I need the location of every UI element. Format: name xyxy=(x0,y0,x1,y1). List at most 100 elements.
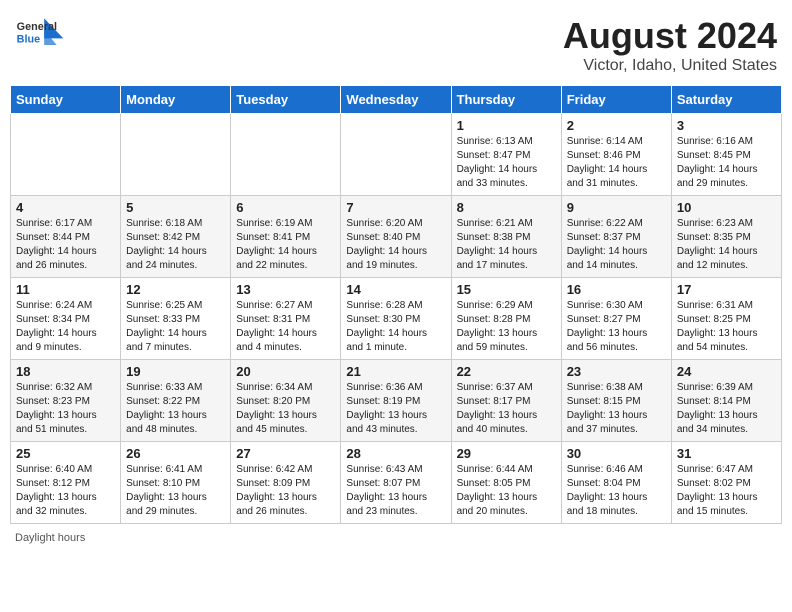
day-number: 12 xyxy=(126,282,225,297)
calendar-cell: 7Sunrise: 6:20 AM Sunset: 8:40 PM Daylig… xyxy=(341,196,451,278)
day-info: Sunrise: 6:40 AM Sunset: 8:12 PM Dayligh… xyxy=(16,463,115,519)
day-of-week-header: Thursday xyxy=(451,86,561,114)
calendar-cell: 27Sunrise: 6:42 AM Sunset: 8:09 PM Dayli… xyxy=(231,442,341,524)
day-info: Sunrise: 6:41 AM Sunset: 8:10 PM Dayligh… xyxy=(126,463,225,519)
daylight-hours-label: Daylight hours xyxy=(15,532,85,544)
day-info: Sunrise: 6:13 AM Sunset: 8:47 PM Dayligh… xyxy=(457,135,556,191)
day-number: 2 xyxy=(567,118,666,133)
calendar-cell xyxy=(341,114,451,196)
logo-svg: General Blue xyxy=(15,15,65,55)
calendar-cell: 2 Sunrise: 6:14 AM Sunset: 8:46 PM Daylig… xyxy=(561,114,671,196)
day-info: Sunrise: 6:23 AM Sunset: 8:35 PM Dayligh… xyxy=(677,217,776,273)
day-of-week-header: Tuesday xyxy=(231,86,341,114)
day-number: 14 xyxy=(346,282,445,297)
day-number: 11 xyxy=(16,282,115,297)
day-number: 15 xyxy=(457,282,556,297)
calendar-body: 1Sunrise: 6:13 AM Sunset: 8:47 PM Daylig… xyxy=(11,114,782,524)
day-number: 16 xyxy=(567,282,666,297)
day-info: Sunrise: 6:16 AM Sunset: 8:45 PM Dayligh… xyxy=(677,135,776,191)
calendar-footer: Daylight hours xyxy=(10,532,782,544)
calendar-cell: 14 Sunrise: 6:28 AM Sunset: 8:30 PM Dayli… xyxy=(341,278,451,360)
day-of-week-header: Friday xyxy=(561,86,671,114)
day-info: Sunrise: 6:32 AM Sunset: 8:23 PM Dayligh… xyxy=(16,381,115,437)
day-number: 30 xyxy=(567,446,666,461)
day-number: 21 xyxy=(346,364,445,379)
day-info: Sunrise: 6:14 AM Sunset: 8:46 PM Dayligh… xyxy=(567,135,666,191)
day-info: Sunrise: 6:24 AM Sunset: 8:34 PM Dayligh… xyxy=(16,299,115,355)
day-number: 29 xyxy=(457,446,556,461)
calendar-cell: 9 Sunrise: 6:22 AM Sunset: 8:37 PM Daylig… xyxy=(561,196,671,278)
day-number: 25 xyxy=(16,446,115,461)
day-info: Sunrise: 6:33 AM Sunset: 8:22 PM Dayligh… xyxy=(126,381,225,437)
calendar-cell: 6 Sunrise: 6:19 AM Sunset: 8:41 PM Daylig… xyxy=(231,196,341,278)
calendar-cell: 25 Sunrise: 6:40 AM Sunset: 8:12 PM Dayli… xyxy=(11,442,121,524)
calendar-cell: 31 Sunrise: 6:47 AM Sunset: 8:02 PM Dayli… xyxy=(671,442,781,524)
calendar-week-row: 11 Sunrise: 6:24 AM Sunset: 8:34 PM Dayli… xyxy=(11,278,782,360)
day-headers-row: SundayMondayTuesdayWednesdayThursdayFrid… xyxy=(11,86,782,114)
calendar-cell: 20 Sunrise: 6:34 AM Sunset: 8:20 PM Dayli… xyxy=(231,360,341,442)
calendar-week-row: 4 Sunrise: 6:17 AM Sunset: 8:44 PM Daylig… xyxy=(11,196,782,278)
calendar-cell: 5 Sunrise: 6:18 AM Sunset: 8:42 PM Daylig… xyxy=(121,196,231,278)
calendar-week-row: 18 Sunrise: 6:32 AM Sunset: 8:23 PM Dayli… xyxy=(11,360,782,442)
day-number: 6 xyxy=(236,200,335,215)
day-of-week-header: Monday xyxy=(121,86,231,114)
calendar-cell: 23 Sunrise: 6:38 AM Sunset: 8:15 PM Dayli… xyxy=(561,360,671,442)
day-number: 8 xyxy=(457,200,556,215)
day-info: Sunrise: 6:46 AM Sunset: 8:04 PM Dayligh… xyxy=(567,463,666,519)
day-info: Sunrise: 6:38 AM Sunset: 8:15 PM Dayligh… xyxy=(567,381,666,437)
calendar-cell xyxy=(121,114,231,196)
day-info: Sunrise: 6:37 AM Sunset: 8:17 PM Dayligh… xyxy=(457,381,556,437)
svg-text:Blue: Blue xyxy=(17,34,40,46)
day-of-week-header: Saturday xyxy=(671,86,781,114)
day-info: Sunrise: 6:31 AM Sunset: 8:25 PM Dayligh… xyxy=(677,299,776,355)
day-number: 5 xyxy=(126,200,225,215)
day-number: 28 xyxy=(346,446,445,461)
calendar-cell: 11 Sunrise: 6:24 AM Sunset: 8:34 PM Dayli… xyxy=(11,278,121,360)
day-number: 20 xyxy=(236,364,335,379)
calendar-table: SundayMondayTuesdayWednesdayThursdayFrid… xyxy=(10,85,782,524)
calendar-header: SundayMondayTuesdayWednesdayThursdayFrid… xyxy=(11,86,782,114)
day-number: 10 xyxy=(677,200,776,215)
calendar-cell: 29Sunrise: 6:44 AM Sunset: 8:05 PM Dayli… xyxy=(451,442,561,524)
day-info: Sunrise: 6:34 AM Sunset: 8:20 PM Dayligh… xyxy=(236,381,335,437)
calendar-cell: 4 Sunrise: 6:17 AM Sunset: 8:44 PM Daylig… xyxy=(11,196,121,278)
calendar-cell: 24Sunrise: 6:39 AM Sunset: 8:14 PM Dayli… xyxy=(671,360,781,442)
calendar-week-row: 25 Sunrise: 6:40 AM Sunset: 8:12 PM Dayli… xyxy=(11,442,782,524)
day-number: 18 xyxy=(16,364,115,379)
day-info: Sunrise: 6:43 AM Sunset: 8:07 PM Dayligh… xyxy=(346,463,445,519)
calendar-cell: 22Sunrise: 6:37 AM Sunset: 8:17 PM Dayli… xyxy=(451,360,561,442)
day-number: 24 xyxy=(677,364,776,379)
day-number: 23 xyxy=(567,364,666,379)
day-info: Sunrise: 6:22 AM Sunset: 8:37 PM Dayligh… xyxy=(567,217,666,273)
day-number: 9 xyxy=(567,200,666,215)
day-info: Sunrise: 6:17 AM Sunset: 8:44 PM Dayligh… xyxy=(16,217,115,273)
calendar-cell: 21Sunrise: 6:36 AM Sunset: 8:19 PM Dayli… xyxy=(341,360,451,442)
day-info: Sunrise: 6:20 AM Sunset: 8:40 PM Dayligh… xyxy=(346,217,445,273)
calendar-cell: 26Sunrise: 6:41 AM Sunset: 8:10 PM Dayli… xyxy=(121,442,231,524)
calendar-cell: 19Sunrise: 6:33 AM Sunset: 8:22 PM Dayli… xyxy=(121,360,231,442)
day-number: 4 xyxy=(16,200,115,215)
day-info: Sunrise: 6:18 AM Sunset: 8:42 PM Dayligh… xyxy=(126,217,225,273)
day-info: Sunrise: 6:47 AM Sunset: 8:02 PM Dayligh… xyxy=(677,463,776,519)
calendar-week-row: 1Sunrise: 6:13 AM Sunset: 8:47 PM Daylig… xyxy=(11,114,782,196)
day-info: Sunrise: 6:28 AM Sunset: 8:30 PM Dayligh… xyxy=(346,299,445,355)
day-number: 31 xyxy=(677,446,776,461)
logo: General Blue xyxy=(15,15,65,55)
calendar-cell: 17 Sunrise: 6:31 AM Sunset: 8:25 PM Dayli… xyxy=(671,278,781,360)
calendar-cell: 8 Sunrise: 6:21 AM Sunset: 8:38 PM Daylig… xyxy=(451,196,561,278)
day-info: Sunrise: 6:19 AM Sunset: 8:41 PM Dayligh… xyxy=(236,217,335,273)
calendar-cell: 18 Sunrise: 6:32 AM Sunset: 8:23 PM Dayli… xyxy=(11,360,121,442)
day-number: 13 xyxy=(236,282,335,297)
title-block: August 2024 Victor, Idaho, United States xyxy=(563,15,777,75)
day-number: 17 xyxy=(677,282,776,297)
day-info: Sunrise: 6:21 AM Sunset: 8:38 PM Dayligh… xyxy=(457,217,556,273)
day-number: 3 xyxy=(677,118,776,133)
calendar-cell: 1Sunrise: 6:13 AM Sunset: 8:47 PM Daylig… xyxy=(451,114,561,196)
day-number: 27 xyxy=(236,446,335,461)
calendar-cell: 12 Sunrise: 6:25 AM Sunset: 8:33 PM Dayli… xyxy=(121,278,231,360)
day-info: Sunrise: 6:25 AM Sunset: 8:33 PM Dayligh… xyxy=(126,299,225,355)
calendar-cell: 3 Sunrise: 6:16 AM Sunset: 8:45 PM Daylig… xyxy=(671,114,781,196)
calendar-cell: 16Sunrise: 6:30 AM Sunset: 8:27 PM Dayli… xyxy=(561,278,671,360)
calendar-cell xyxy=(11,114,121,196)
page-header: General Blue August 2024 Victor, Idaho, … xyxy=(10,10,782,75)
